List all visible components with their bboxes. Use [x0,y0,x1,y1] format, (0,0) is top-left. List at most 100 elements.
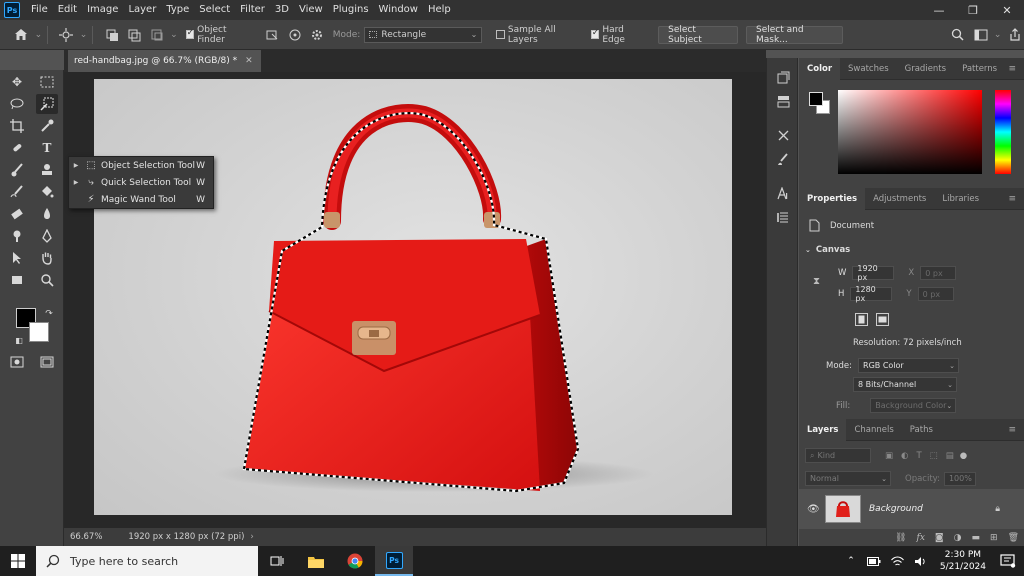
tab-patterns[interactable]: Patterns [954,58,1005,80]
wifi-icon[interactable] [890,555,904,567]
volume-icon[interactable] [914,556,927,567]
selection-mode-chevron-icon[interactable]: ⌄ [170,30,178,40]
paragraph-panel-icon[interactable] [773,208,793,226]
zoom-tool-icon[interactable] [36,270,58,290]
object-finder-settings-icon[interactable] [308,25,327,45]
tab-adjustments[interactable]: Adjustments [865,188,934,210]
filter-toggle-icon[interactable]: ● [960,451,967,461]
portrait-orientation-icon[interactable] [855,313,868,326]
tab-libraries[interactable]: Libraries [934,188,987,210]
layer-style-icon[interactable]: fx [916,533,924,543]
battery-icon[interactable] [866,556,881,566]
crop-tool-icon[interactable] [6,116,28,136]
dodge-tool-icon[interactable] [6,226,28,246]
shape-layer-filter-icon[interactable]: ⬚ [930,451,938,461]
screen-mode-icon[interactable] [36,352,58,372]
canvas-section-header[interactable]: ⌄ Canvas [805,245,850,255]
lock-icon[interactable]: 🔒︎ [995,504,1000,514]
status-chevron-icon[interactable]: › [250,532,253,542]
character-panel-icon[interactable] [773,184,793,202]
tool-preset-chevron-icon[interactable]: ⌄ [80,30,88,40]
adjustment-layer-filter-icon[interactable]: ◐ [901,451,908,461]
link-layers-icon[interactable]: ⛓ [895,533,906,543]
pixel-layer-filter-icon[interactable]: ▣ [885,451,893,461]
taskbar-clock[interactable]: 2:30 PM 5/21/2024 [940,549,986,573]
blur-tool-icon[interactable] [36,204,58,224]
object-finder-checkbox[interactable] [185,28,195,39]
menu-view[interactable]: View [294,0,328,20]
opacity-field[interactable]: 100% [943,471,976,486]
show-all-objects-icon[interactable] [286,25,305,45]
start-button[interactable] [0,546,36,576]
color-picker-field[interactable] [838,90,982,174]
y-field[interactable]: 0 px [917,287,954,301]
type-tool-icon[interactable]: T [36,138,58,158]
workspace-icon[interactable] [971,25,990,45]
quick-mask-icon[interactable] [6,352,28,372]
share-icon[interactable] [1005,25,1024,45]
landscape-orientation-icon[interactable] [876,313,889,326]
new-selection-icon[interactable] [102,25,121,45]
color-panel-foreground-swatch[interactable] [809,92,823,106]
minimize-button[interactable]: — [922,0,956,20]
photoshop-taskbar-icon[interactable]: Ps [375,546,413,576]
rectangle-tool-icon[interactable] [6,270,28,290]
libraries-panel-icon[interactable] [773,92,793,110]
panel-menu-icon[interactable]: ≡ [1008,188,1016,210]
layer-kind-filter[interactable]: ⌕ Kind [805,448,871,463]
new-group-icon[interactable]: ▬ [972,533,981,543]
tab-paths[interactable]: Paths [902,419,941,441]
menu-help[interactable]: Help [423,0,456,20]
brushes-panel-icon[interactable] [773,150,793,168]
menu-filter[interactable]: Filter [235,0,270,20]
color-mode-select[interactable]: RGB Color ⌄ [858,358,960,373]
rectangular-marquee-tool-icon[interactable] [36,72,58,92]
lasso-tool-icon[interactable] [6,94,28,114]
move-tool-icon[interactable]: ✥ [6,72,28,92]
tab-swatches[interactable]: Swatches [840,58,897,80]
workspace-chevron-icon[interactable]: ⌄ [994,30,1002,40]
flyout-object-selection-tool[interactable]: ▶ ⬚ Object Selection Tool W [69,157,213,174]
menu-type[interactable]: Type [161,0,194,20]
default-colors-icon[interactable]: ◧ [8,330,30,350]
home-icon[interactable] [12,25,31,45]
menu-image[interactable]: Image [82,0,123,20]
sample-all-layers-checkbox[interactable] [496,30,505,39]
new-layer-icon[interactable]: ⊞ [990,533,998,543]
file-explorer-taskbar-icon[interactable] [297,546,335,576]
close-tab-icon[interactable]: ✕ [245,56,253,66]
close-button[interactable]: ✕ [990,0,1024,20]
chrome-taskbar-icon[interactable] [336,546,374,576]
paint-bucket-tool-icon[interactable] [36,182,58,202]
tool-preset-icon[interactable] [57,25,76,45]
delete-layer-icon[interactable]: 🗑︎ [1008,533,1019,543]
add-mask-icon[interactable]: ◙ [935,533,944,543]
pen-tool-icon[interactable] [36,226,58,246]
tab-gradients[interactable]: Gradients [897,58,954,80]
select-subject-button[interactable]: Select Subject [658,25,739,45]
link-dimensions-icon[interactable]: ⧗ [813,276,820,287]
layer-row-background[interactable]: 👁 Background 🔒︎ [799,489,1024,529]
add-to-selection-icon[interactable] [125,25,144,45]
zoom-level[interactable]: 66.67% [70,532,102,542]
history-panel-icon[interactable] [773,68,793,86]
object-selection-tool-icon[interactable] [36,94,58,114]
refresh-object-finder-icon[interactable] [263,25,282,45]
clone-stamp-tool-icon[interactable] [36,160,58,180]
tab-color[interactable]: Color [799,57,841,80]
tab-channels[interactable]: Channels [846,419,901,441]
x-field[interactable]: 0 px [920,266,957,280]
width-field[interactable]: 1920 px [852,264,895,282]
bit-depth-select[interactable]: 8 Bits/Channel ⌄ [853,377,957,392]
eyedropper-tool-icon[interactable] [36,116,58,136]
menu-window[interactable]: Window [374,0,423,20]
menu-plugins[interactable]: Plugins [328,0,374,20]
adjustment-layer-icon[interactable]: ◑ [954,533,962,543]
home-menu-chevron-icon[interactable]: ⌄ [35,30,43,40]
show-hidden-icons-chevron-icon[interactable]: ⌃ [847,556,855,566]
image-canvas[interactable] [94,79,732,515]
flyout-magic-wand-tool[interactable]: ⚡ Magic Wand Tool W [69,191,213,208]
height-field[interactable]: 1280 px [850,285,893,303]
menu-edit[interactable]: Edit [53,0,82,20]
swap-colors-icon[interactable]: ↷ [38,304,60,324]
